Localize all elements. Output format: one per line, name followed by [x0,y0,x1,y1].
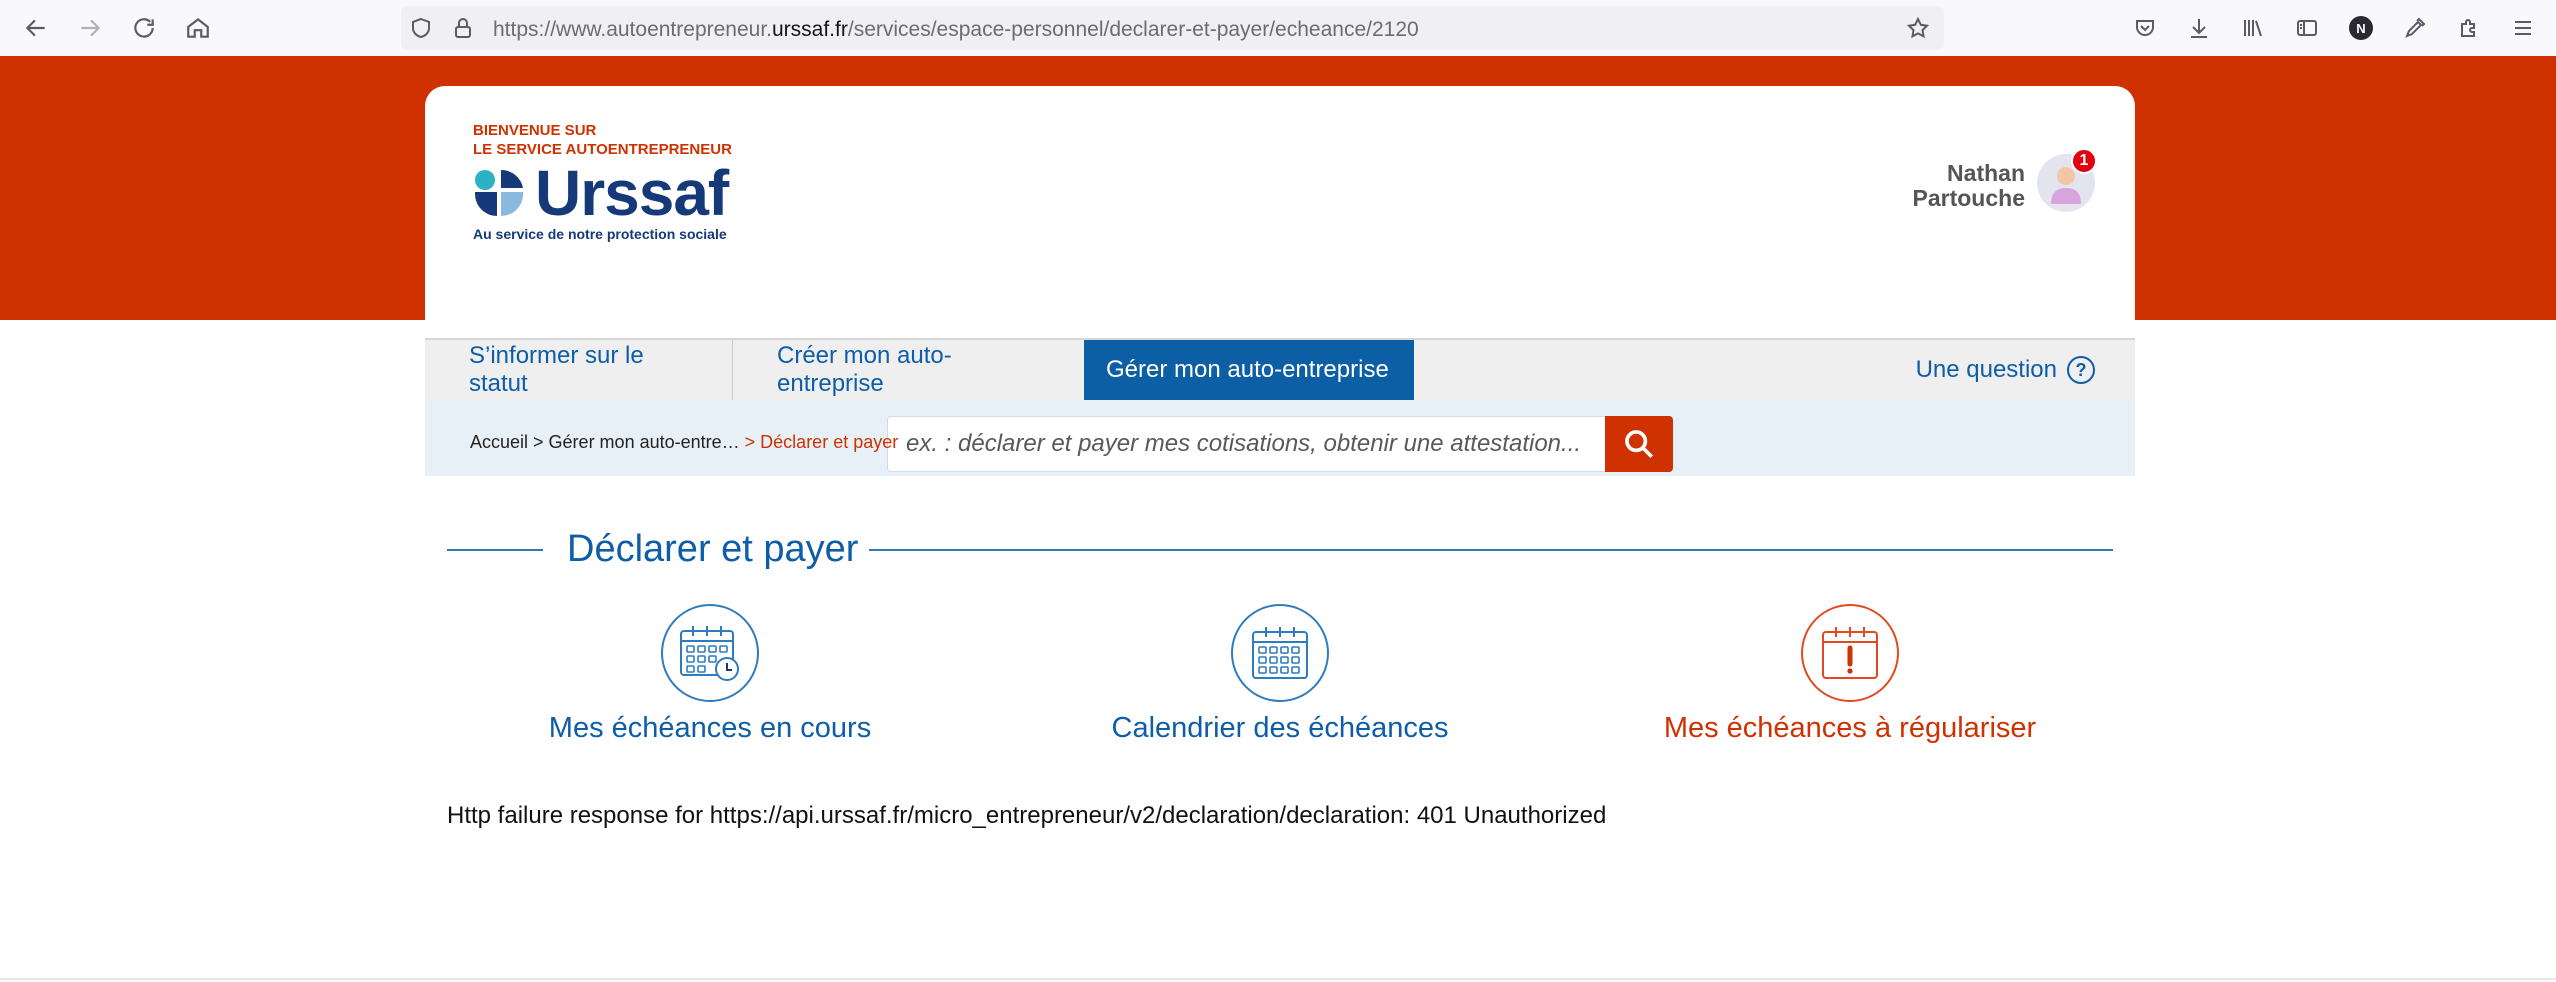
extensions-icon[interactable] [2453,12,2485,44]
urssaf-logo[interactable]: Urssaf Au service de notre protection so… [473,157,743,246]
question-label: Une question [1915,356,2057,383]
menu-item-creer[interactable]: Créer mon auto-entreprise [733,340,1065,400]
menu-item-informer[interactable]: S’informer sur le statut [425,340,733,400]
tile-a-regulariser[interactable]: Mes échéances à régulariser [1620,604,2080,745]
header-card: BIENVENUE SUR LE SERVICE AUTOENTREPRENEU… [425,86,2135,476]
title-rule-right [869,549,2113,551]
tile-echeances-en-cours[interactable]: Mes échéances en cours [480,604,940,745]
user-name[interactable]: Nathan Partouche [1913,161,2025,211]
help-icon: ? [2067,356,2095,384]
calendar-icon [1231,604,1329,702]
page-title: Déclarer et payer [567,528,859,570]
menu-item-gerer[interactable]: Gérer mon auto-entreprise [1084,340,1414,400]
library-icon[interactable] [2237,12,2269,44]
search-icon [1625,430,1654,459]
search-input[interactable] [887,416,1607,472]
tile-label: Mes échéances en cours [548,712,872,744]
back-icon[interactable] [18,10,54,46]
shield-icon[interactable] [409,16,433,40]
tile-calendrier[interactable]: Calendrier des échéances [1050,604,1510,745]
search-button[interactable] [1605,416,1673,472]
lock-icon[interactable] [451,16,475,40]
main-menu: S’informer sur le statut Créer mon auto-… [425,338,2135,400]
logo-wordmark: Urssaf [535,157,729,229]
footer-divider [0,978,2556,980]
home-icon[interactable] [180,10,216,46]
browser-toolbar: https://www.autoentrepreneur.urssaf.fr/s… [0,0,2556,56]
calendar-clock-icon [661,604,759,702]
pocket-icon[interactable] [2129,12,2161,44]
profile-icon[interactable]: N [2345,12,2377,44]
bookmark-star-icon[interactable] [1906,16,1930,40]
welcome-text: BIENVENUE SUR LE SERVICE AUTOENTREPRENEU… [473,122,732,158]
title-rule-left [447,549,543,551]
eyedropper-icon[interactable] [2399,12,2431,44]
forward-icon[interactable] [72,10,108,46]
address-bar[interactable]: https://www.autoentrepreneur.urssaf.fr/s… [401,6,1944,50]
question-link[interactable]: Une question ? [1916,340,2095,400]
logo-tagline: Au service de notre protection sociale [473,226,727,242]
error-message: Http failure response for https://api.ur… [447,802,1607,829]
menu-icon[interactable] [2507,12,2539,44]
url-text[interactable]: https://www.autoentrepreneur.urssaf.fr/s… [493,18,1419,42]
notification-badge[interactable]: 1 [2071,148,2097,174]
section-title: Déclarer et payer [447,524,2113,574]
breadcrumb-parent[interactable]: Gérer mon auto-entre… [549,432,740,452]
calendar-alert-icon [1801,604,1899,702]
reload-icon[interactable] [126,10,162,46]
urssaf-logo-mark [475,169,524,217]
sidebar-icon[interactable] [2291,12,2323,44]
breadcrumb-separator: > [528,432,549,452]
breadcrumb-home[interactable]: Accueil [470,432,528,452]
page: BIENVENUE SUR LE SERVICE AUTOENTREPRENEU… [0,56,2556,982]
breadcrumb: Accueil > Gérer mon auto-entre… > Déclar… [470,432,898,453]
breadcrumb-current: > Déclarer et payer [744,432,899,452]
download-icon[interactable] [2183,12,2215,44]
tile-label: Calendrier des échéances [1111,712,1449,744]
tile-label: Mes échéances à régulariser [1663,712,2037,744]
